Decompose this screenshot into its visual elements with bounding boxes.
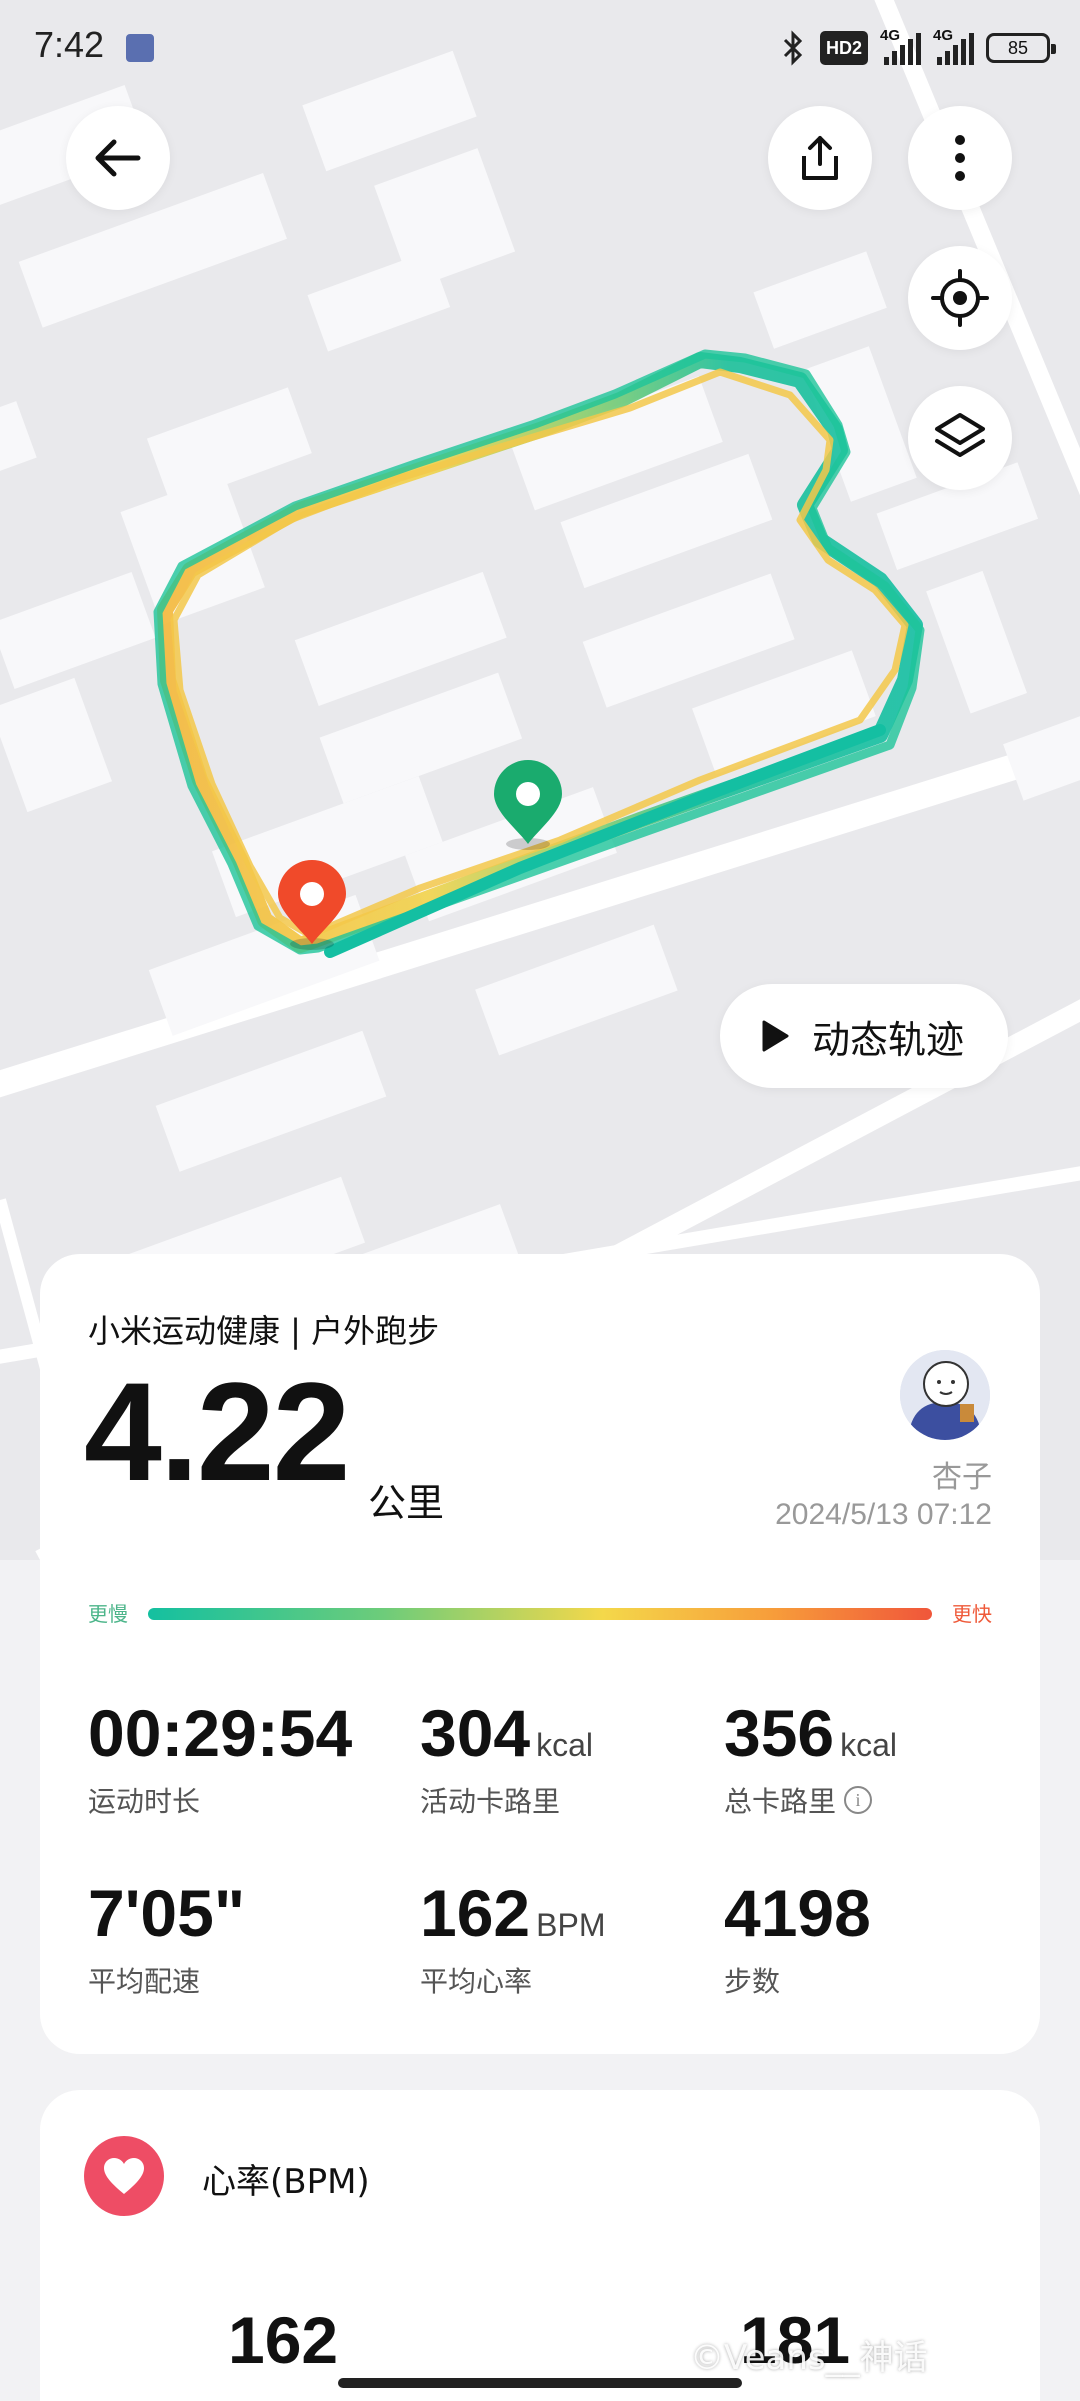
stat-value: 00:29:54 (88, 1696, 353, 1770)
notification-app-icon (126, 34, 154, 62)
workout-date-time: 2024/5/13 07:12 (775, 1498, 992, 1531)
stat-active-calories: 304 kcal 活动卡路里 (420, 1700, 593, 1820)
stat-value: 162 (420, 1876, 531, 1950)
status-time: 7:42 (34, 24, 105, 65)
avatar[interactable] (900, 1350, 990, 1440)
info-icon[interactable]: i (844, 1786, 873, 1814)
workout-source-title: 小米运动健康 | 户外跑步 (88, 1312, 440, 1350)
distance-value: 4.22 (84, 1353, 350, 1510)
stat-duration: 00:29:54 运动时长 (88, 1700, 352, 1820)
stat-label: 运动时长 (88, 1785, 201, 1818)
share-icon (802, 136, 838, 180)
dynamic-track-label: 动态轨迹 (812, 1017, 965, 1062)
stat-value: 356 (724, 1696, 835, 1770)
pace-gradient-bar (148, 1608, 932, 1620)
watermark: ©Veans__神话 (690, 2338, 928, 2378)
stat-label: 活动卡路里 (420, 1785, 561, 1818)
signal-icon-2: 4G (933, 27, 974, 65)
more-options-button[interactable] (908, 106, 1012, 210)
user-name: 杏子 (932, 1460, 992, 1495)
avatar-image (900, 1350, 990, 1440)
locate-button[interactable] (908, 246, 1012, 350)
stat-label: 步数 (724, 1965, 781, 1998)
locate-target-icon (931, 269, 989, 327)
arrow-left-icon (95, 139, 141, 177)
heart-rate-avg-value: 162 (228, 2303, 339, 2377)
workout-summary-card: 小米运动健康 | 户外跑步 4.22 公里 杏子 2024/5/13 07:12… (40, 1254, 1040, 2054)
stat-unit: BPM (536, 1907, 606, 1943)
stat-value: 7'05" (88, 1876, 246, 1950)
more-vertical-icon (955, 135, 965, 181)
layers-icon (935, 413, 985, 457)
home-indicator[interactable] (338, 2378, 742, 2388)
stat-value: 304 (420, 1696, 531, 1770)
stat-steps: 4198 步数 (724, 1880, 871, 2000)
stat-total-calories: 356 kcal 总卡路里 i (724, 1700, 897, 1820)
stat-unit: kcal (840, 1727, 898, 1763)
dynamic-track-button[interactable]: 动态轨迹 (720, 984, 1008, 1088)
signal-icon-1: 4G (880, 27, 921, 65)
pace-color-legend: 更慢 更快 (88, 1598, 992, 1628)
heart-icon (84, 2136, 164, 2216)
pace-fast-label: 更快 (952, 1602, 992, 1626)
share-button[interactable] (768, 106, 872, 210)
map-layers-button[interactable] (908, 386, 1012, 490)
heart-rate-title: 心率(BPM) (202, 2162, 370, 2202)
stat-value: 4198 (724, 1876, 871, 1950)
status-indicators: HD2 4G 4G 85 (778, 27, 1056, 68)
play-icon (762, 1020, 789, 1052)
stat-label: 平均配速 (88, 1965, 201, 1998)
stat-label: 平均心率 (420, 1965, 533, 1998)
stat-avg-heart-rate: 162 BPM 平均心率 (420, 1880, 605, 2000)
bluetooth-icon (783, 30, 803, 66)
stat-avg-pace: 7'05" 平均配速 (88, 1880, 245, 2000)
battery-icon: 85 (986, 33, 1056, 63)
status-bar: 7:42 HD2 4G 4G 85 (0, 0, 1080, 96)
stat-unit: kcal (536, 1727, 594, 1763)
back-button[interactable] (66, 106, 170, 210)
pace-slow-label: 更慢 (88, 1602, 128, 1626)
hd-voice-icon: HD2 (819, 31, 868, 65)
stat-label: 总卡路里 (724, 1785, 837, 1818)
distance-unit: 公里 (368, 1481, 445, 1525)
